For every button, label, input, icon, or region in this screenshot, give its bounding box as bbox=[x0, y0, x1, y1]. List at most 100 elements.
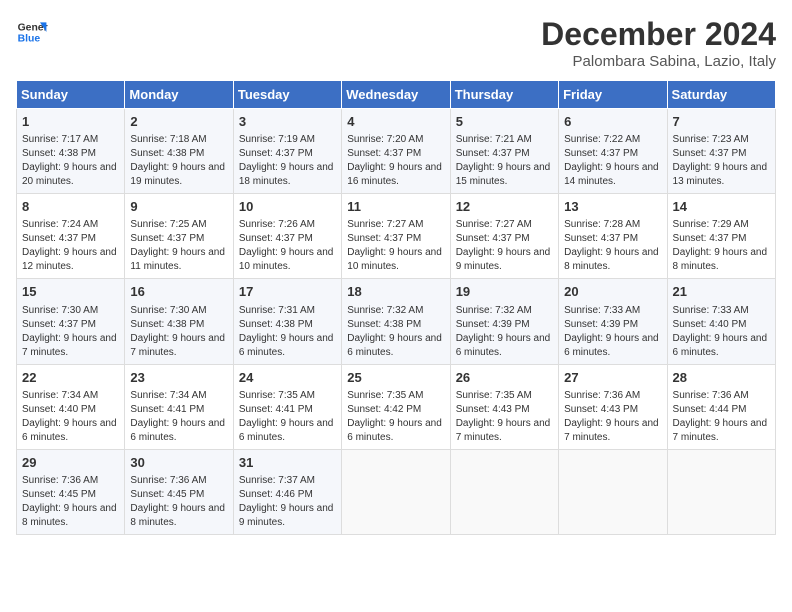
day-number: 7 bbox=[673, 113, 770, 131]
day-info: Sunrise: 7:30 AMSunset: 4:37 PMDaylight:… bbox=[22, 304, 119, 360]
day-header-friday: Friday bbox=[559, 81, 667, 109]
page-header: General Blue December 2024 Palombara Sab… bbox=[16, 16, 776, 70]
day-info: Sunrise: 7:33 AMSunset: 4:40 PMDaylight:… bbox=[673, 304, 770, 360]
day-info: Sunrise: 7:21 AMSunset: 4:37 PMDaylight:… bbox=[456, 133, 553, 189]
day-info: Sunrise: 7:34 AMSunset: 4:40 PMDaylight:… bbox=[22, 389, 119, 445]
day-header-thursday: Thursday bbox=[450, 81, 558, 109]
day-number: 12 bbox=[456, 198, 553, 216]
day-info: Sunrise: 7:35 AMSunset: 4:43 PMDaylight:… bbox=[456, 389, 553, 445]
day-number: 23 bbox=[130, 369, 227, 387]
day-info: Sunrise: 7:36 AMSunset: 4:43 PMDaylight:… bbox=[564, 389, 661, 445]
calendar-cell: 12 Sunrise: 7:27 AMSunset: 4:37 PMDayligh… bbox=[450, 194, 558, 279]
calendar-cell: 29Sunrise: 7:36 AMSunset: 4:45 PMDayligh… bbox=[17, 449, 125, 534]
calendar-cell: 13 Sunrise: 7:28 AMSunset: 4:37 PMDayligh… bbox=[559, 194, 667, 279]
calendar-cell: 28 Sunrise: 7:36 AMSunset: 4:44 PMDayligh… bbox=[667, 364, 775, 449]
day-number: 14 bbox=[673, 198, 770, 216]
day-number: 25 bbox=[347, 369, 444, 387]
day-number: 1 bbox=[22, 113, 119, 131]
day-number: 5 bbox=[456, 113, 553, 131]
calendar-cell bbox=[342, 449, 450, 534]
day-number: 15 bbox=[22, 283, 119, 301]
day-info: Sunrise: 7:31 AMSunset: 4:38 PMDaylight:… bbox=[239, 304, 336, 360]
day-number: 30 bbox=[130, 454, 227, 472]
calendar-cell: 22 Sunrise: 7:34 AMSunset: 4:40 PMDayligh… bbox=[17, 364, 125, 449]
day-info: Sunrise: 7:36 AMSunset: 4:45 PMDaylight:… bbox=[22, 474, 119, 530]
day-number: 18 bbox=[347, 283, 444, 301]
calendar-cell bbox=[559, 449, 667, 534]
day-number: 10 bbox=[239, 198, 336, 216]
day-info: Sunrise: 7:36 AMSunset: 4:44 PMDaylight:… bbox=[673, 389, 770, 445]
day-header-wednesday: Wednesday bbox=[342, 81, 450, 109]
location-subtitle: Palombara Sabina, Lazio, Italy bbox=[541, 53, 776, 70]
day-number: 16 bbox=[130, 283, 227, 301]
calendar-cell: 8 Sunrise: 7:24 AMSunset: 4:37 PMDaylight… bbox=[17, 194, 125, 279]
week-row-5: 29Sunrise: 7:36 AMSunset: 4:45 PMDayligh… bbox=[17, 449, 776, 534]
day-info: Sunrise: 7:28 AMSunset: 4:37 PMDaylight:… bbox=[564, 218, 661, 274]
svg-text:Blue: Blue bbox=[18, 34, 41, 45]
day-number: 13 bbox=[564, 198, 661, 216]
day-info: Sunrise: 7:23 AMSunset: 4:37 PMDaylight:… bbox=[673, 133, 770, 189]
day-info: Sunrise: 7:36 AMSunset: 4:45 PMDaylight:… bbox=[130, 474, 227, 530]
day-number: 3 bbox=[239, 113, 336, 131]
day-info: Sunrise: 7:27 AMSunset: 4:37 PMDaylight:… bbox=[456, 218, 553, 274]
day-info: Sunrise: 7:37 AMSunset: 4:46 PMDaylight:… bbox=[239, 474, 336, 530]
day-number: 28 bbox=[673, 369, 770, 387]
calendar-cell: 19Sunrise: 7:32 AMSunset: 4:39 PMDayligh… bbox=[450, 279, 558, 364]
calendar-cell: 26Sunrise: 7:35 AMSunset: 4:43 PMDayligh… bbox=[450, 364, 558, 449]
calendar-cell: 6Sunrise: 7:22 AMSunset: 4:37 PMDaylight… bbox=[559, 109, 667, 194]
calendar-cell: 3 Sunrise: 7:19 AMSunset: 4:37 PMDaylight… bbox=[233, 109, 341, 194]
calendar-cell: 15 Sunrise: 7:30 AMSunset: 4:37 PMDayligh… bbox=[17, 279, 125, 364]
day-info: Sunrise: 7:25 AMSunset: 4:37 PMDaylight:… bbox=[130, 218, 227, 274]
calendar-cell: 11Sunrise: 7:27 AMSunset: 4:37 PMDayligh… bbox=[342, 194, 450, 279]
month-title: December 2024 bbox=[541, 16, 776, 53]
calendar-cell: 7 Sunrise: 7:23 AMSunset: 4:37 PMDaylight… bbox=[667, 109, 775, 194]
day-info: Sunrise: 7:29 AMSunset: 4:37 PMDaylight:… bbox=[673, 218, 770, 274]
day-number: 8 bbox=[22, 198, 119, 216]
week-row-3: 15 Sunrise: 7:30 AMSunset: 4:37 PMDayligh… bbox=[17, 279, 776, 364]
calendar-cell: 10 Sunrise: 7:26 AMSunset: 4:37 PMDayligh… bbox=[233, 194, 341, 279]
day-info: Sunrise: 7:17 AMSunset: 4:38 PMDaylight:… bbox=[22, 133, 119, 189]
day-info: Sunrise: 7:18 AMSunset: 4:38 PMDaylight:… bbox=[130, 133, 227, 189]
calendar-cell: 9Sunrise: 7:25 AMSunset: 4:37 PMDaylight… bbox=[125, 194, 233, 279]
calendar-cell: 20 Sunrise: 7:33 AMSunset: 4:39 PMDayligh… bbox=[559, 279, 667, 364]
calendar-cell: 5 Sunrise: 7:21 AMSunset: 4:37 PMDaylight… bbox=[450, 109, 558, 194]
calendar-cell: 25 Sunrise: 7:35 AMSunset: 4:42 PMDayligh… bbox=[342, 364, 450, 449]
day-header-tuesday: Tuesday bbox=[233, 81, 341, 109]
day-number: 20 bbox=[564, 283, 661, 301]
day-number: 22 bbox=[22, 369, 119, 387]
title-block: December 2024 Palombara Sabina, Lazio, I… bbox=[541, 16, 776, 70]
calendar-cell: 30 Sunrise: 7:36 AMSunset: 4:45 PMDayligh… bbox=[125, 449, 233, 534]
day-info: Sunrise: 7:26 AMSunset: 4:37 PMDaylight:… bbox=[239, 218, 336, 274]
calendar-cell bbox=[450, 449, 558, 534]
day-info: Sunrise: 7:27 AMSunset: 4:37 PMDaylight:… bbox=[347, 218, 444, 274]
day-info: Sunrise: 7:34 AMSunset: 4:41 PMDaylight:… bbox=[130, 389, 227, 445]
calendar-cell: 24Sunrise: 7:35 AMSunset: 4:41 PMDayligh… bbox=[233, 364, 341, 449]
calendar-cell: 2Sunrise: 7:18 AMSunset: 4:38 PMDaylight… bbox=[125, 109, 233, 194]
day-info: Sunrise: 7:32 AMSunset: 4:38 PMDaylight:… bbox=[347, 304, 444, 360]
day-info: Sunrise: 7:35 AMSunset: 4:42 PMDaylight:… bbox=[347, 389, 444, 445]
calendar-cell: 18 Sunrise: 7:32 AMSunset: 4:38 PMDayligh… bbox=[342, 279, 450, 364]
week-row-4: 22 Sunrise: 7:34 AMSunset: 4:40 PMDayligh… bbox=[17, 364, 776, 449]
day-info: Sunrise: 7:30 AMSunset: 4:38 PMDaylight:… bbox=[130, 304, 227, 360]
day-header-saturday: Saturday bbox=[667, 81, 775, 109]
day-header-monday: Monday bbox=[125, 81, 233, 109]
day-info: Sunrise: 7:33 AMSunset: 4:39 PMDaylight:… bbox=[564, 304, 661, 360]
calendar-cell: 23 Sunrise: 7:34 AMSunset: 4:41 PMDayligh… bbox=[125, 364, 233, 449]
day-number: 19 bbox=[456, 283, 553, 301]
calendar-cell: 1 Sunrise: 7:17 AMSunset: 4:38 PMDaylight… bbox=[17, 109, 125, 194]
week-row-2: 8 Sunrise: 7:24 AMSunset: 4:37 PMDaylight… bbox=[17, 194, 776, 279]
day-info: Sunrise: 7:24 AMSunset: 4:37 PMDaylight:… bbox=[22, 218, 119, 274]
logo: General Blue bbox=[16, 16, 48, 48]
day-number: 17 bbox=[239, 283, 336, 301]
header-row: SundayMondayTuesdayWednesdayThursdayFrid… bbox=[17, 81, 776, 109]
calendar-cell: 4Sunrise: 7:20 AMSunset: 4:37 PMDaylight… bbox=[342, 109, 450, 194]
day-info: Sunrise: 7:19 AMSunset: 4:37 PMDaylight:… bbox=[239, 133, 336, 189]
calendar-cell: 27Sunrise: 7:36 AMSunset: 4:43 PMDayligh… bbox=[559, 364, 667, 449]
calendar-cell: 14 Sunrise: 7:29 AMSunset: 4:37 PMDayligh… bbox=[667, 194, 775, 279]
day-header-sunday: Sunday bbox=[17, 81, 125, 109]
week-row-1: 1 Sunrise: 7:17 AMSunset: 4:38 PMDaylight… bbox=[17, 109, 776, 194]
day-number: 4 bbox=[347, 113, 444, 131]
calendar-cell: 21Sunrise: 7:33 AMSunset: 4:40 PMDayligh… bbox=[667, 279, 775, 364]
calendar-cell: 31Sunrise: 7:37 AMSunset: 4:46 PMDayligh… bbox=[233, 449, 341, 534]
day-number: 24 bbox=[239, 369, 336, 387]
